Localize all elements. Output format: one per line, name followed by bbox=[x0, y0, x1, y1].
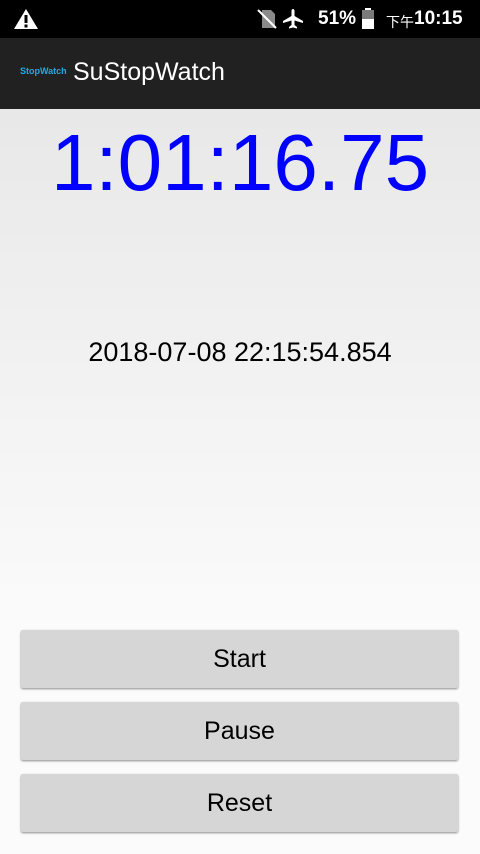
warning-icon bbox=[14, 9, 38, 29]
app-title: SuStopWatch bbox=[73, 58, 225, 86]
app-bar: StopWatch SuStopWatch bbox=[0, 38, 480, 109]
status-time: 10:15 bbox=[414, 8, 463, 29]
pause-button[interactable]: Pause bbox=[21, 702, 458, 760]
reset-button[interactable]: Reset bbox=[21, 774, 458, 832]
elapsed-time: 1:01:16.75 bbox=[50, 118, 430, 207]
airplane-mode-icon bbox=[283, 9, 303, 29]
time-prefix: 下午 bbox=[386, 14, 414, 30]
current-timestamp: 2018-07-08 22:15:54.854 bbox=[88, 337, 392, 367]
app-logo: StopWatch bbox=[20, 66, 67, 76]
battery-percent: 51% bbox=[318, 8, 357, 29]
no-sim-icon bbox=[257, 9, 277, 29]
status-bar: 51% 下午 10:15 bbox=[0, 0, 480, 38]
start-button[interactable]: Start bbox=[21, 630, 458, 688]
battery-icon bbox=[362, 8, 374, 29]
